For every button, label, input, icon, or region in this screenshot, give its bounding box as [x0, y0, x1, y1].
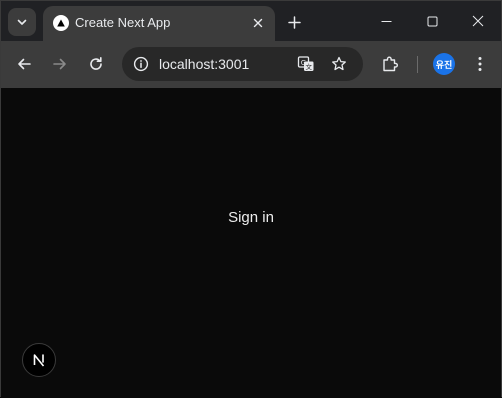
arrow-left-icon [16, 56, 32, 72]
page-content: Sign in [1, 88, 501, 398]
close-icon [472, 15, 484, 27]
next-logo-icon [31, 352, 47, 368]
reload-icon [88, 56, 104, 72]
forward-button[interactable] [46, 50, 74, 78]
tab-title: Create Next App [75, 15, 171, 30]
next-dev-indicator[interactable] [22, 343, 56, 377]
profile-avatar[interactable]: 유진 [433, 53, 455, 75]
translate-button[interactable]: G文 [295, 53, 317, 75]
tab-close-button[interactable] [249, 14, 267, 32]
bookmark-button[interactable] [328, 53, 350, 75]
browser-menu-button[interactable] [466, 50, 494, 78]
url-text[interactable]: localhost:3001 [159, 56, 249, 72]
translate-icon: G文 [297, 55, 315, 73]
puzzle-icon [381, 55, 399, 73]
minimize-icon [381, 16, 392, 27]
info-icon [133, 56, 149, 72]
maximize-button[interactable] [409, 1, 455, 41]
browser-window: Create Next App localhost:3001 G 文 유진 Si… [0, 0, 502, 398]
site-info-button[interactable] [130, 53, 152, 75]
close-icon [253, 18, 263, 28]
browser-tab[interactable]: Create Next App [43, 6, 275, 41]
arrow-right-icon [52, 56, 68, 72]
address-bar[interactable]: localhost:3001 G文 [122, 47, 363, 81]
tab-search-button[interactable] [8, 8, 36, 36]
extensions-button[interactable] [376, 50, 404, 78]
new-tab-button[interactable] [281, 9, 307, 35]
maximize-icon [427, 16, 438, 27]
kebab-menu-icon [478, 56, 482, 72]
tab-strip: Create Next App [1, 1, 501, 41]
sign-in-link[interactable]: Sign in [1, 209, 501, 226]
toolbar-divider [417, 56, 418, 73]
minimize-button[interactable] [363, 1, 409, 41]
next-triangle-icon [53, 15, 69, 31]
reload-button[interactable] [82, 50, 110, 78]
browser-toolbar: localhost:3001 G文 유진 [1, 41, 501, 88]
svg-text:文: 文 [306, 62, 313, 71]
back-button[interactable] [10, 50, 38, 78]
chevron-down-icon [16, 16, 28, 28]
close-window-button[interactable] [455, 1, 501, 41]
plus-icon [287, 15, 301, 29]
star-icon [331, 56, 347, 72]
